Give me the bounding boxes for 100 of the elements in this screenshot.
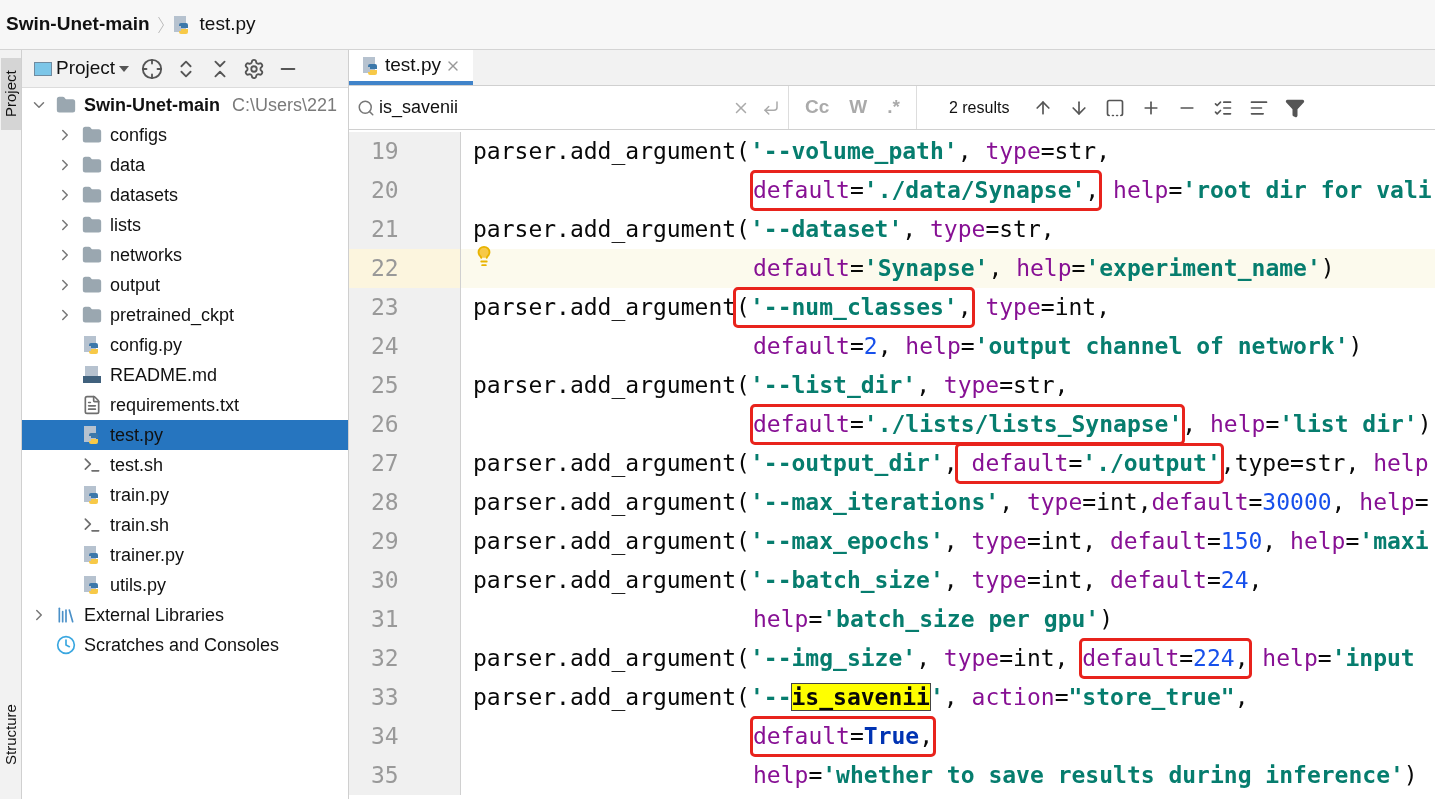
breadcrumb-item[interactable]: test.py — [199, 10, 256, 39]
tree-item-label: output — [110, 273, 161, 297]
tree-item[interactable]: requirements.txt — [22, 390, 348, 420]
code-text: help='root dir for vali — [1112, 176, 1432, 206]
tree-item[interactable]: config.py — [22, 330, 348, 360]
results-count: 2 results — [948, 97, 1010, 118]
highlighted-code: ('--num_classes', — [736, 290, 972, 325]
line-number: 24 — [371, 332, 399, 362]
tree-item-label: trainer.py — [110, 543, 185, 567]
line-number: 26 — [371, 410, 399, 440]
line-number: 35 — [371, 761, 399, 791]
tree-item-label: utils.py — [110, 573, 167, 597]
tree-item-label: pretrained_ckpt — [110, 303, 235, 328]
tree-item-label: Swin-Unet-main — [84, 93, 220, 117]
scratches-icon — [56, 635, 76, 655]
tree-item-label: networks — [110, 243, 183, 267]
tree-item[interactable]: data — [22, 150, 348, 180]
code-text: parser.add_argument — [473, 293, 737, 323]
highlighted-code: default=True, — [753, 719, 934, 754]
tree-item-label: Scratches and Consoles — [84, 633, 280, 657]
code-text: default=2, help='output channel of network') — [753, 332, 1363, 362]
code-text: parser.add_argument('--list_dir', type=str, — [473, 371, 1069, 401]
search-icon — [357, 98, 375, 117]
caret-icon[interactable] — [119, 65, 130, 72]
tree-item[interactable]: Swin-Unet-main C:\Users\221 — [22, 90, 348, 120]
tree-item-label: test.sh — [110, 453, 164, 477]
libraries-icon — [56, 605, 76, 625]
tree-item-label: config.py — [110, 333, 183, 357]
tree-item[interactable]: test.py — [22, 420, 348, 450]
highlighted-code: default='./output' — [957, 446, 1221, 481]
highlighted-code: default='./data/Synapse', — [753, 173, 1100, 208]
code-text: ,type=str, help — [1220, 449, 1429, 479]
tree-item-label: train.sh — [110, 513, 170, 537]
code-text: parser.add_argument('--is_savenii', action="store_true", — [473, 683, 1249, 713]
line-number: 19 — [371, 137, 399, 167]
tree-item-label: External Libraries — [84, 603, 225, 627]
tree-item-label: data — [110, 153, 146, 177]
project-path: C:\Users\221 — [232, 93, 338, 117]
folder-icon — [56, 95, 76, 115]
code-text: parser.add_argument('--output_dir', — [473, 449, 958, 479]
locate-icon[interactable] — [141, 57, 164, 80]
text-file-icon — [82, 395, 102, 415]
tree-item-label: README.md — [110, 363, 217, 387]
line-number: 34 — [371, 722, 399, 752]
tree-item-label: lists — [110, 213, 141, 237]
tree-item[interactable]: utils.py — [22, 570, 348, 600]
tree-item[interactable]: configs — [22, 120, 348, 150]
chevron-right-icon — [157, 15, 164, 34]
select-all-icon[interactable] — [1105, 97, 1126, 118]
highlighted-code: default=224, — [1082, 641, 1249, 676]
tree-item[interactable]: Scratches and Consoles — [22, 630, 348, 660]
tree-item-label: configs — [110, 123, 168, 147]
highlighted-code: default='./lists/lists_Synapse' — [753, 407, 1183, 442]
folder-icon — [82, 275, 102, 295]
folder-icon — [82, 215, 102, 235]
tree-item-label: train.py — [110, 483, 170, 507]
tree-item[interactable]: External Libraries — [22, 600, 348, 630]
tree-item-label: datasets — [110, 183, 179, 207]
code-text: parser.add_argument('--batch_size', type=int, default=24, — [473, 566, 1263, 596]
search-field[interactable]: is_savenii — [379, 94, 728, 121]
line-number: 27 — [371, 449, 399, 479]
tree-item-label: test.py — [110, 423, 164, 447]
code-text: default='Synapse', help='experiment_name') — [753, 254, 1335, 284]
editor-tab[interactable]: test.py — [349, 50, 473, 85]
tree-item[interactable]: test.sh — [22, 450, 348, 480]
line-number: 20 — [371, 176, 399, 206]
terminal-file-icon — [82, 455, 102, 475]
tree-item[interactable]: lists — [22, 210, 348, 240]
code-text: help='input — [1261, 644, 1415, 674]
tree-item[interactable]: networks — [22, 240, 348, 270]
line-number: 22 — [371, 254, 399, 284]
settings-icon[interactable] — [243, 57, 266, 80]
line-number: 32 — [371, 644, 399, 674]
folder-icon — [82, 245, 102, 265]
folder-icon — [82, 125, 102, 145]
line-number: 29 — [371, 527, 399, 557]
line-number: 33 — [371, 683, 399, 713]
tree-item[interactable]: trainer.py — [22, 540, 348, 570]
folder-icon — [82, 305, 102, 325]
breadcrumb-item[interactable]: Swin-Unet-main — [6, 10, 150, 39]
folder-icon — [82, 185, 102, 205]
line-number: 25 — [371, 371, 399, 401]
line-number: 23 — [371, 293, 399, 323]
tree-item[interactable]: pretrained_ckpt — [22, 300, 348, 330]
code-text: parser.add_argument('--dataset', type=str, — [473, 215, 1055, 245]
project-tool-tab[interactable]: Project — [0, 58, 21, 130]
tree-item[interactable]: output — [22, 270, 348, 300]
newline-icon[interactable] — [762, 98, 780, 117]
tree-item[interactable]: train.py — [22, 480, 348, 510]
tree-item[interactable]: README.md — [22, 360, 348, 390]
tree-item[interactable]: datasets — [22, 180, 348, 210]
markdown-file-icon — [82, 365, 102, 385]
tree-item[interactable]: train.sh — [22, 510, 348, 540]
filter-icon[interactable] — [1285, 97, 1306, 118]
code-text: help='whether to save results during inference') — [753, 761, 1418, 791]
structure-tool-tab[interactable]: Structure — [0, 695, 21, 775]
code-text: parser.add_argument('--max_epochs', type=int, default=150, help='maxi — [473, 527, 1429, 557]
folder-icon — [82, 155, 102, 175]
terminal-file-icon — [82, 515, 102, 535]
tree-item-label: requirements.txt — [110, 393, 240, 417]
